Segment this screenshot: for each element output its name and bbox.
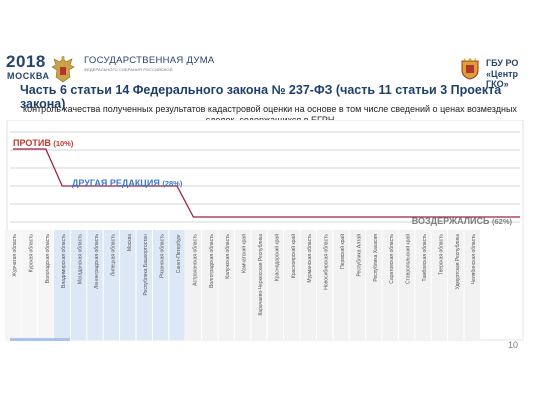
region-label: Тверская область	[438, 234, 444, 276]
region-label: Челябинская область	[471, 234, 477, 285]
region-label: Красноярский край	[290, 234, 297, 278]
region-label: Липецкая область	[110, 234, 116, 277]
duma-title: ГОСУДАРСТВЕННАЯ ДУМА	[84, 55, 215, 66]
duma-subtitle: ФЕДЕРАЛЬНОГО СОБРАНИЯ РОССИЙСКОЙ	[84, 67, 173, 72]
region-label: Магаданская область	[78, 234, 84, 285]
region-label: Удмуртская Республика	[455, 234, 461, 290]
region-label: Вологодская область	[45, 234, 51, 284]
region-label: Республика Алтай	[355, 234, 362, 277]
region-label: Ставропольский край	[405, 234, 412, 284]
region-label: Рязанская область	[160, 234, 166, 278]
double-headed-eagle-icon	[51, 55, 75, 83]
region-label: Журчатая область	[12, 234, 18, 277]
level-label-abstain: ВОЗДЕРЖАЛИСЬ (62%)	[412, 216, 513, 226]
region-label: Новосибирская область	[324, 234, 330, 290]
city-label: МОСКВА	[7, 71, 50, 81]
region-label: Карачаево-Черкесская Республика	[258, 234, 264, 316]
region-label: Республика Хакасия	[373, 234, 379, 282]
region-label: Курская область	[28, 234, 34, 273]
page-number: 10	[508, 340, 519, 350]
coat-of-arms-icon	[461, 58, 479, 80]
group-underline	[10, 338, 70, 341]
org-name-line1: ГБУ РО	[486, 58, 519, 68]
level-label-against: ПРОТИВ (10%)	[13, 138, 74, 148]
region-label: Камчатский край	[241, 234, 248, 273]
vote-chart: Журчатая область Курская область Вологодск…	[4, 120, 524, 341]
region-label: Пермский край	[339, 234, 346, 269]
region-label: Краснодарский край	[273, 234, 280, 281]
region-label: Тамбовская область	[422, 234, 428, 282]
region-label: Москва	[127, 234, 133, 251]
region-label: Астраханская область	[192, 234, 198, 286]
region-label: Саратовская область	[389, 234, 395, 284]
year-label: 2018	[6, 52, 46, 71]
region-label: Санкт-Петербург	[176, 234, 182, 273]
region-label: Мурманская область	[307, 234, 313, 283]
region-label: Владимирская область	[61, 234, 67, 288]
region-label: Ленинградская область	[94, 234, 100, 289]
region-label: Калужская область	[225, 234, 231, 279]
region-label: Республика Башкортостан	[143, 234, 149, 296]
region-label: Волгоградская область	[209, 234, 215, 288]
level-label-other: ДРУГАЯ РЕДАКЦИЯ (28%)	[72, 178, 183, 188]
